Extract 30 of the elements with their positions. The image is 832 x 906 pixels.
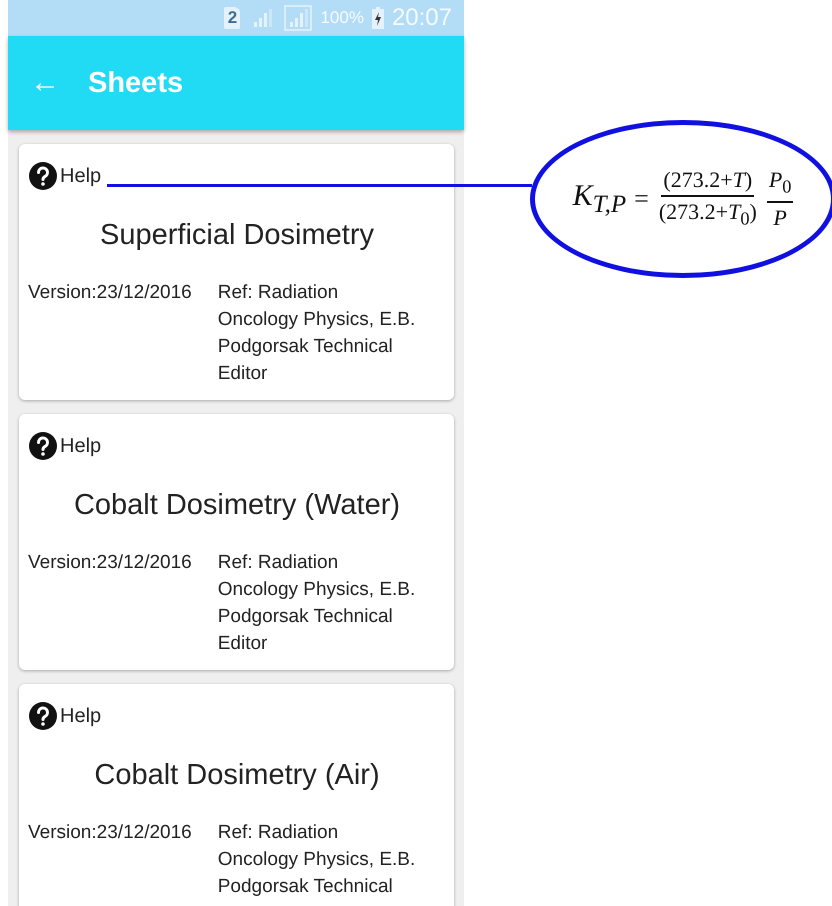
version-text: Version:23/12/2016: [28, 281, 192, 305]
battery-charging-icon: [372, 7, 384, 29]
sheet-title: Cobalt Dosimetry (Air): [93, 759, 381, 792]
sheet-card[interactable]: Help Cobalt Dosimetry (Water) Version:23/12/2016 Ref: Radiation Oncology Physics, E.B. Podgorsak Technical Editor: [19, 414, 454, 670]
help-link[interactable]: Help: [60, 164, 102, 188]
sheet-card[interactable]: Help Superficial Dosimetry Version:23/12/2016 Ref: Radiation Oncology Physics, E.B. Podgorsak Technical Editor: [19, 144, 454, 400]
version-text: Version:23/12/2016: [28, 551, 192, 575]
help-icon[interactable]: [28, 701, 58, 731]
reference-text: Ref: Radiation Oncology Physics, E.B. Podgorsak Technical Editor: [218, 551, 416, 656]
formula-lhs: K$_{T,P}$: [572, 179, 626, 219]
formula-numerator: (273.2+T): [661, 164, 754, 197]
sheet-title: Cobalt Dosimetry (Water): [72, 489, 402, 522]
formula-numerator: P$_{0}$: [766, 164, 794, 204]
help-icon[interactable]: [28, 161, 58, 191]
formula-denominator: P: [772, 204, 788, 232]
app-bar-title: Sheets: [88, 66, 184, 100]
sim-slot: 2: [224, 7, 240, 29]
formula-equals: =: [634, 184, 649, 214]
clock: 20:07: [392, 4, 452, 32]
help-link[interactable]: Help: [60, 704, 102, 728]
help-link[interactable]: Help: [60, 434, 102, 458]
sheet-card[interactable]: Help Cobalt Dosimetry (Air) Version:23/12/2016 Ref: Radiation Oncology Physics, E.B. Podgorsak Technical: [19, 684, 454, 906]
formula-denominator: (273.2+T$_{0}$): [658, 198, 758, 230]
sheet-title: Superficial Dosimetry: [99, 219, 375, 252]
reference-text: Ref: Radiation Oncology Physics, E.B. Podgorsak Technical Editor: [218, 281, 416, 386]
help-icon[interactable]: [28, 431, 58, 461]
signal-icon: [284, 5, 312, 31]
battery-percent: 100%: [320, 8, 364, 28]
version-text: Version:23/12/2016: [28, 821, 192, 845]
reference-text: Ref: Radiation Oncology Physics, E.B. Podgorsak Technical: [218, 821, 416, 899]
